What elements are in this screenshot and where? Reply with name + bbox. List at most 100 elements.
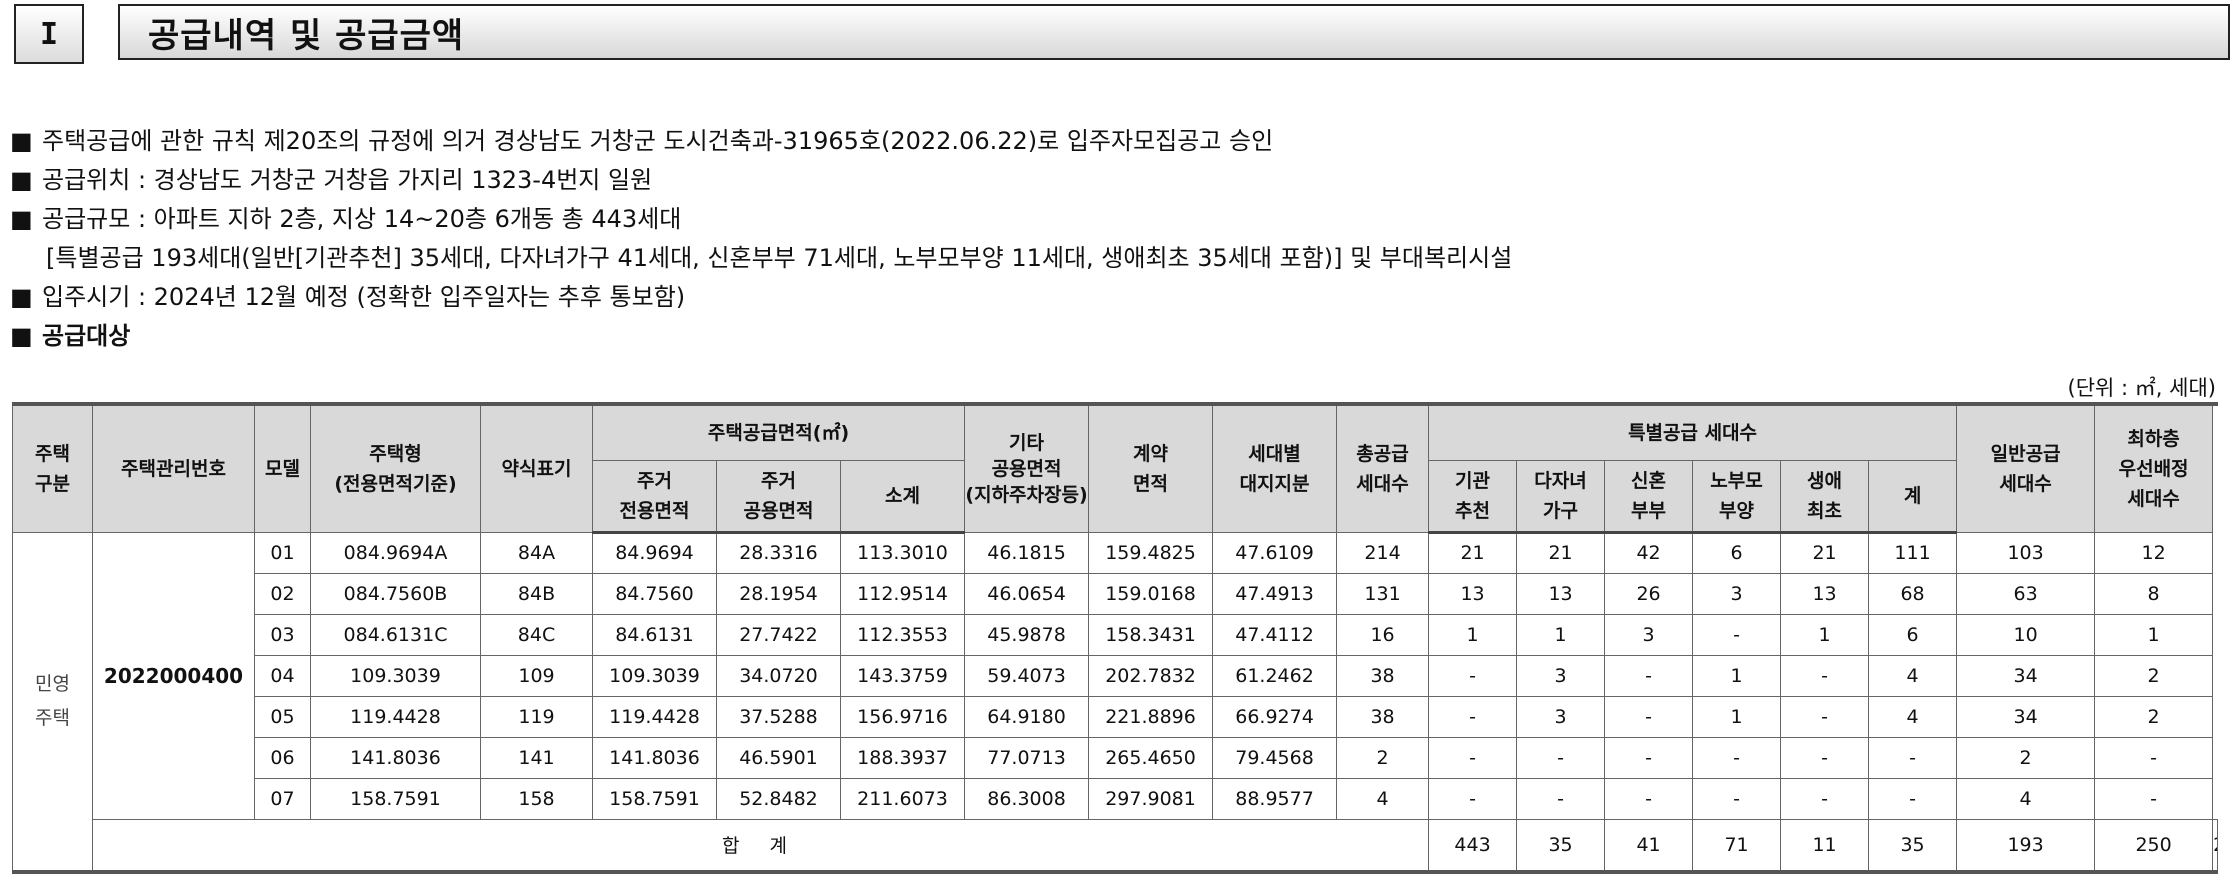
table-cell: 158.7591: [592, 777, 717, 820]
square-bullet-icon: ■: [10, 322, 33, 350]
section-header: I 공급내역 및 공급금액: [14, 4, 2236, 64]
table-cell: 26: [1604, 572, 1694, 615]
table-cell: 3: [1516, 654, 1606, 697]
table-cell: 16: [1336, 613, 1430, 656]
table-cell: -: [1780, 736, 1870, 779]
table-cell: -: [1604, 777, 1694, 820]
table-cell: 8: [2094, 572, 2214, 615]
total-cell: 11: [1780, 818, 1870, 873]
table-cell: 2: [2094, 695, 2214, 738]
total-cell: 71: [1692, 818, 1782, 873]
header-first-time: 생애 최초: [1780, 459, 1870, 534]
table-cell: 37.5288: [716, 695, 841, 738]
table-cell: -: [1604, 654, 1694, 697]
table-cell: 64.9180: [964, 695, 1090, 738]
square-bullet-icon: ■: [10, 283, 33, 311]
table-cell: 84.9694: [592, 531, 717, 574]
table-cell: 119: [480, 695, 593, 738]
header-land-share: 세대별 대지지분: [1212, 403, 1338, 533]
table-cell: 63: [1956, 572, 2096, 615]
table-cell: 112.3553: [839, 613, 966, 656]
table-cell: 214: [1336, 531, 1430, 574]
table-row: 05 119.4428 119 119.4428 37.5288 156.9716 64.9…: [13, 695, 2218, 738]
table-cell: -: [1428, 654, 1518, 697]
table-cell: 109: [480, 654, 593, 697]
table-cell: 68: [1868, 572, 1958, 615]
notice-location: ■ 공급위치 : 경상남도 거창군 거창읍 가지리 1323-4번지 일원: [10, 161, 2210, 200]
table-cell: 131: [1336, 572, 1430, 615]
table-cell: 47.4112: [1212, 613, 1338, 656]
total-cell: 25: [2212, 818, 2218, 873]
table-cell: 38: [1336, 695, 1430, 738]
table-cell: 84.7560: [592, 572, 717, 615]
table-cell: 27.7422: [716, 613, 841, 656]
table-cell: 188.3937: [839, 736, 966, 779]
header-exclusive-area: 주거 전용면적: [592, 459, 717, 534]
header-house-category: 주택 구분: [12, 403, 93, 533]
table-cell: 46.0654: [964, 572, 1090, 615]
table-row: 02 084.7560B 84B 84.7560 28.1954 112.9514 46.0…: [13, 572, 2218, 615]
table-cell: 4: [1956, 777, 2096, 820]
table-cell: 34: [1956, 695, 2096, 738]
table-cell: 109.3039: [310, 654, 481, 697]
table-cell: 04: [254, 654, 311, 697]
table-cell: 6: [1692, 531, 1782, 574]
table-cell: 2: [1336, 736, 1430, 779]
header-lowest-floor: 최하층 우선배정 세대수: [2094, 403, 2214, 533]
table-cell: 13: [1516, 572, 1606, 615]
table-cell: 3: [1604, 613, 1694, 656]
table-cell: 46.5901: [716, 736, 841, 779]
table-cell: 3: [1692, 572, 1782, 615]
table-cell: 3: [1516, 695, 1606, 738]
table-cell: 084.6131C: [310, 613, 481, 656]
table-cell: 45.9878: [964, 613, 1090, 656]
notice-list: ■ 주택공급에 관한 규칙 제20조의 규정에 의거 경상남도 거창군 도시건축과…: [10, 122, 2210, 356]
table-cell: 1: [1780, 613, 1870, 656]
table-cell: 084.7560B: [310, 572, 481, 615]
table-cell: 141.8036: [310, 736, 481, 779]
table-cell: 34: [1956, 654, 2096, 697]
header-supply-area-group: 주택공급면적(㎡): [591, 403, 966, 461]
table-cell: 47.4913: [1212, 572, 1338, 615]
table-cell: 158.3431: [1088, 613, 1214, 656]
table-cell: -: [1604, 736, 1694, 779]
header-newlywed: 신혼 부부: [1604, 459, 1694, 534]
table-cell: 4: [1868, 695, 1958, 738]
header-elderly: 노부모 부양: [1692, 459, 1782, 534]
table-cell: 34.0720: [716, 654, 841, 697]
table-row: 03 084.6131C 84C 84.6131 27.7422 112.3553 45.9…: [13, 613, 2218, 656]
table-cell: 202.7832: [1088, 654, 1214, 697]
total-cell: 250: [2094, 818, 2214, 873]
total-cell: 193: [1956, 818, 2096, 873]
table-cell: -: [1780, 654, 1870, 697]
notice-supply-target: ■ 공급대상: [10, 317, 2210, 356]
square-bullet-icon: ■: [10, 166, 33, 194]
table-cell: 119.4428: [592, 695, 717, 738]
table-cell: 1: [1516, 613, 1606, 656]
table-cell: 03: [254, 613, 311, 656]
table-cell: 103: [1956, 531, 2096, 574]
table-cell: 59.4073: [964, 654, 1090, 697]
header-housing-type: 주택형 (전용면적기준): [310, 403, 481, 533]
table-cell: 113.3010: [839, 531, 966, 574]
table-cell: 61.2462: [1212, 654, 1338, 697]
table-cell: 79.4568: [1212, 736, 1338, 779]
table-cell: -: [1428, 777, 1518, 820]
table-cell: 38: [1336, 654, 1430, 697]
table-cell: 10: [1956, 613, 2096, 656]
table-row: 06 141.8036 141 141.8036 46.5901 188.3937 77.0…: [13, 736, 2218, 779]
supply-table: 주택 구분 주택관리번호 모델 주택형 (전용면적기준) 약식표기 주택공급면적…: [12, 402, 2218, 874]
table-row: 07 158.7591 158 158.7591 52.8482 211.6073 86.3…: [13, 777, 2218, 820]
table-row: 04 109.3039 109 109.3039 34.0720 143.3759 59.4…: [13, 654, 2218, 697]
total-row: 합 계443354171113519325025: [13, 818, 2218, 873]
table-cell: 01: [254, 531, 311, 574]
header-subtotal: 소계: [839, 459, 966, 534]
header-shared-area: 주거 공용면적: [716, 459, 841, 534]
table-cell: 86.3008: [964, 777, 1090, 820]
table-cell: 21: [1428, 531, 1518, 574]
table-cell: 156.9716: [839, 695, 966, 738]
table-cell: -: [2094, 736, 2214, 779]
table-cell: 66.9274: [1212, 695, 1338, 738]
table-cell: 1: [1692, 695, 1782, 738]
table-cell: 265.4650: [1088, 736, 1214, 779]
